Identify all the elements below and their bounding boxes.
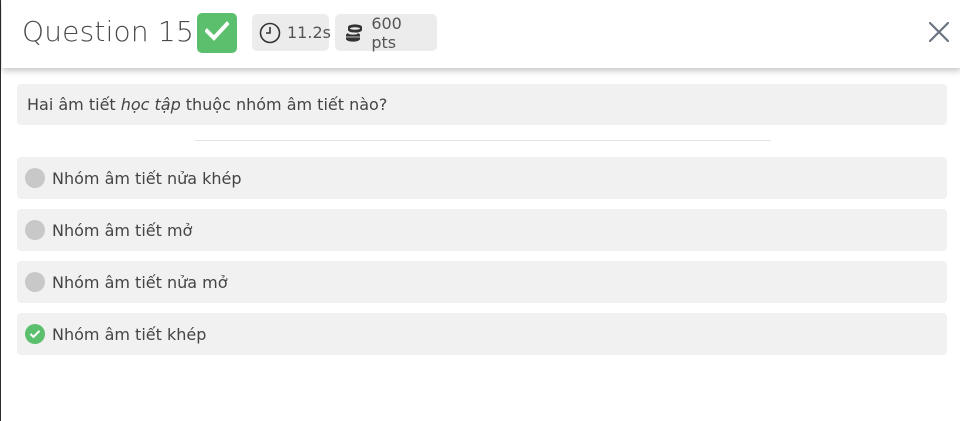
question-emphasis: học tập xyxy=(120,95,181,114)
answer-option-label: Nhóm âm tiết nửa khép xyxy=(52,168,242,188)
clock-icon xyxy=(259,21,281,45)
question-title: Question 15 xyxy=(22,15,194,48)
time-chip: 11.2s xyxy=(252,14,331,51)
radio-unselected-icon xyxy=(25,272,45,292)
answer-option-label: Nhóm âm tiết khép xyxy=(52,324,207,344)
answer-option[interactable]: Nhóm âm tiết mở xyxy=(17,209,947,251)
question-header: Question 15 11.2s 600 pts xyxy=(2,0,960,68)
check-icon xyxy=(204,21,230,45)
question-prefix: Hai âm tiết xyxy=(27,95,116,114)
divider xyxy=(195,140,771,141)
question-suffix: thuộc nhóm âm tiết nào? xyxy=(185,95,388,114)
answer-option[interactable]: Nhóm âm tiết nửa mở xyxy=(17,261,947,303)
check-circle-icon xyxy=(25,324,45,344)
answer-option-label: Nhóm âm tiết mở xyxy=(52,220,193,240)
answer-option-correct[interactable]: Nhóm âm tiết khép xyxy=(17,313,947,355)
question-text: Hai âm tiết học tập thuộc nhóm âm tiết n… xyxy=(17,84,947,125)
close-button[interactable] xyxy=(924,19,954,49)
time-label: 11.2s xyxy=(287,23,331,42)
answer-option[interactable]: Nhóm âm tiết nửa khép xyxy=(17,157,947,199)
points-label: 600 pts xyxy=(371,13,402,52)
radio-unselected-icon xyxy=(25,220,45,240)
quiz-modal: Question 15 11.2s 600 pts Hai âm tiết họ… xyxy=(0,0,960,421)
points-chip: 600 pts xyxy=(335,13,437,52)
correct-badge xyxy=(197,13,237,53)
answer-option-label: Nhóm âm tiết nửa mở xyxy=(52,272,228,292)
coins-icon xyxy=(342,21,365,45)
radio-unselected-icon xyxy=(25,168,45,188)
close-icon xyxy=(928,21,950,47)
